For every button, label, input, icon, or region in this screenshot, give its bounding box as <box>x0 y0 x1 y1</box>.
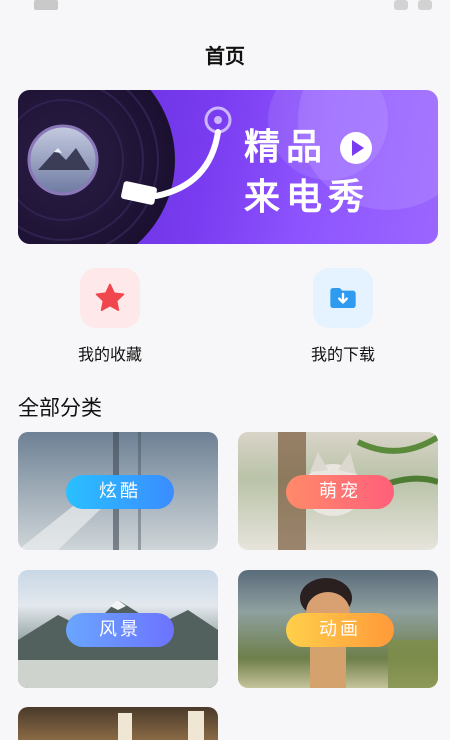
status-bar <box>0 0 450 18</box>
vinyl-record-illustration <box>18 90 232 244</box>
category-card-cool[interactable]: 炫酷 <box>18 432 218 550</box>
wifi-icon <box>394 0 408 10</box>
favorites-button[interactable]: 我的收藏 <box>50 268 170 365</box>
category-label-scenery: 风景 <box>66 613 174 647</box>
banner-line-1: 精品 <box>244 127 329 168</box>
favorites-icon-box <box>80 268 140 328</box>
promo-banner[interactable]: >>> 精品 来电秀 <box>18 90 438 244</box>
category-card-partial[interactable] <box>18 707 218 740</box>
download-folder-icon <box>330 288 356 308</box>
category-card-pets[interactable]: 萌宠 <box>238 432 438 550</box>
battery-icon <box>418 0 432 10</box>
downloads-label: 我的下载 <box>310 345 375 364</box>
downloads-icon-box <box>313 268 373 328</box>
star-icon <box>95 283 125 312</box>
category-card-animation[interactable]: 动画 <box>238 570 438 688</box>
category-label-animation: 动画 <box>286 613 394 647</box>
favorites-label: 我的收藏 <box>77 345 142 364</box>
category-label-cool: 炫酷 <box>66 475 174 509</box>
downloads-button[interactable]: 我的下载 <box>283 268 403 365</box>
status-right-icons <box>394 0 432 12</box>
section-title: 全部分类 <box>18 396 102 420</box>
status-left-icon <box>34 0 58 10</box>
category-card-scenery[interactable]: 风景 <box>18 570 218 688</box>
banner-line-2: 来电秀 <box>244 177 371 218</box>
category-label-pets: 萌宠 <box>286 475 394 509</box>
banner-headline: 精品 来电秀 <box>244 123 373 223</box>
chess-thumbnail <box>118 711 204 740</box>
play-icon <box>340 132 373 164</box>
page-title: 首页 <box>205 44 245 68</box>
